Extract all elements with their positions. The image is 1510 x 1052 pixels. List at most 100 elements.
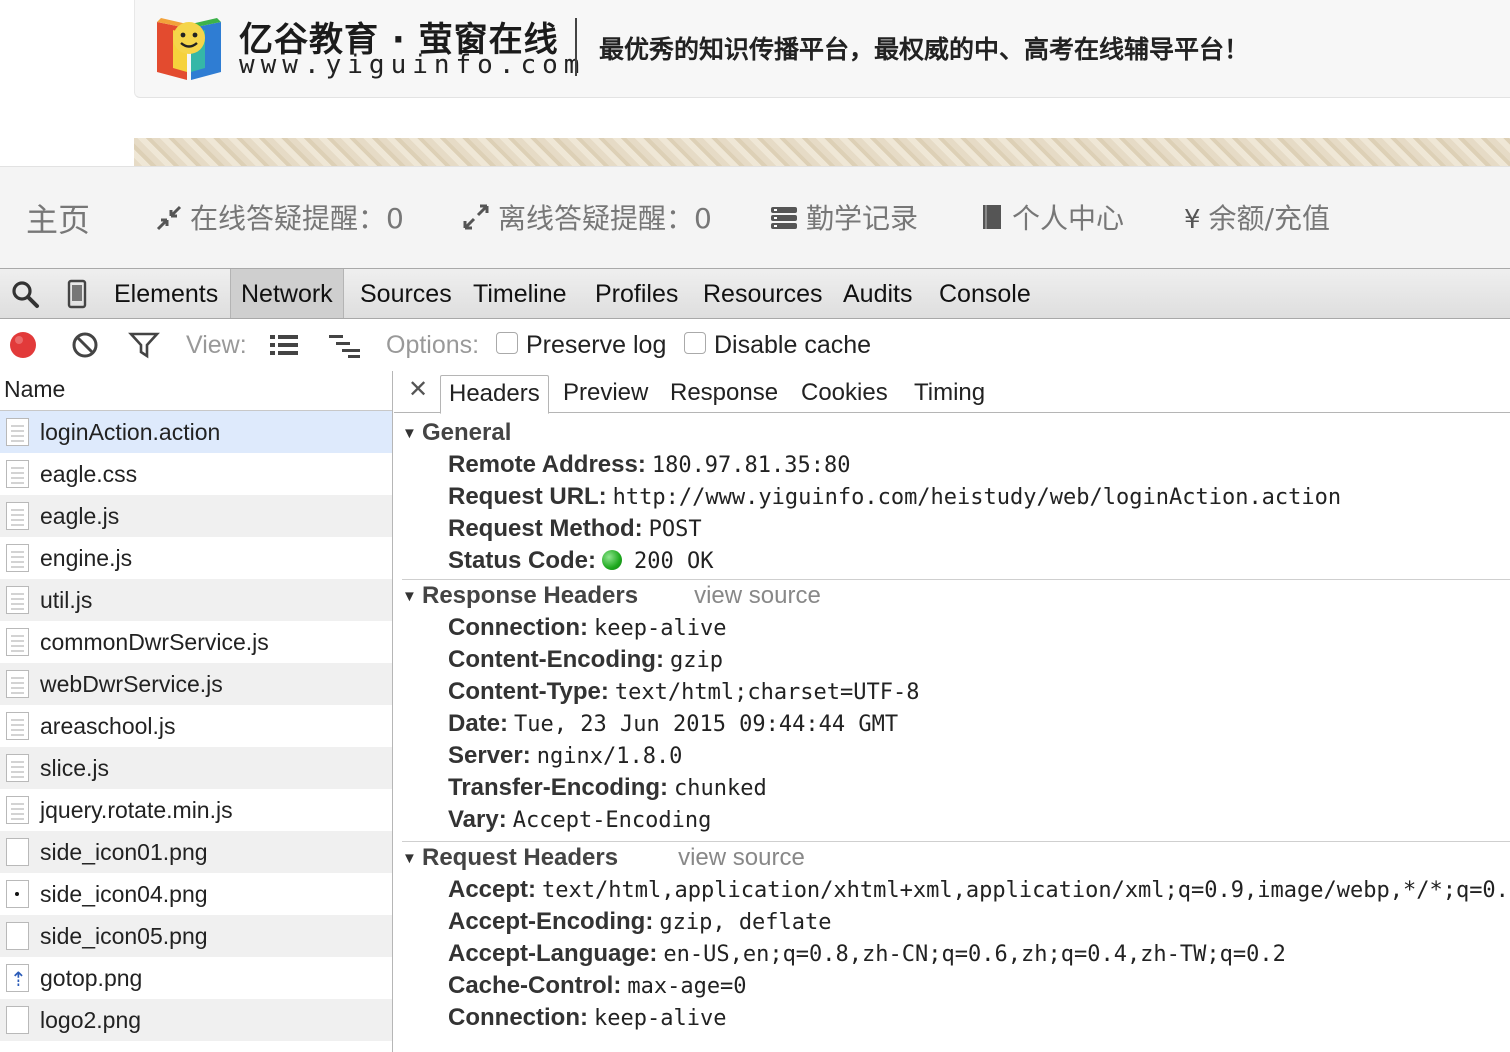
header-value: http://www.yiguinfo.com/heistudy/web/log… [612, 485, 1342, 510]
header-key: Request Method: [448, 515, 643, 542]
filter-icon[interactable] [128, 331, 160, 359]
name-column-header[interactable]: Name [0, 371, 392, 411]
list-item[interactable]: gotop.png [0, 957, 392, 1001]
header-row: Date: Tue, 23 Jun 2015 09:44:44 GMT [402, 708, 1510, 740]
tab-elements[interactable]: Elements [104, 269, 228, 318]
close-icon[interactable]: ✕ [408, 375, 428, 404]
network-toolbar: View: Options: Preserve log Disable cach… [0, 319, 1510, 371]
request-list: Name loginAction.action eagle.css eagle.js… [0, 371, 393, 1052]
tab-resources[interactable]: Resources [693, 269, 833, 318]
nav-personal-center[interactable]: 个人中心 [980, 197, 1124, 237]
list-item[interactable]: side_icon05.png [0, 915, 392, 957]
list-item[interactable]: engine.js [0, 537, 392, 579]
tab-headers[interactable]: Headers [440, 375, 549, 414]
request-name: gotop.png [40, 965, 143, 991]
nav-online-qa[interactable]: 在线答疑提醒：0 [156, 197, 404, 237]
header-key: Vary: [448, 806, 507, 833]
search-icon[interactable] [10, 279, 40, 309]
nav-balance[interactable]: ¥ 余额/充值 [1184, 197, 1330, 237]
general-section: ▼ General Remote Address: 180.97.81.35:80 R… [402, 417, 1510, 577]
document-file-icon [6, 712, 29, 740]
image-file-icon [6, 922, 29, 950]
triangle-down-icon: ▼ [402, 425, 417, 442]
view-label: View: [186, 331, 247, 359]
header-key: Accept-Language: [448, 940, 658, 967]
overview-icon[interactable] [328, 333, 362, 359]
tab-timing[interactable]: Timing [906, 375, 993, 413]
nav-personal-center-label: 个人中心 [1012, 202, 1125, 235]
list-item[interactable]: eagle.js [0, 495, 392, 537]
header-divider [575, 18, 577, 76]
nav-online-qa-label: 在线答疑提醒：0 [190, 202, 404, 235]
list-item[interactable]: slice.js [0, 747, 392, 789]
site-nav: 主页 在线答疑提醒：0 离线答疑提醒：0 勤学记录 个人中心 ¥ 余额/充值 [0, 166, 1510, 268]
request-view-source-link[interactable]: view source [678, 844, 805, 871]
tab-preview[interactable]: Preview [555, 375, 656, 413]
header-key: Connection: [448, 1004, 588, 1031]
header-value: 180.97.81.35:80 [651, 453, 851, 478]
large-rows-icon[interactable] [268, 333, 300, 357]
header-key: Date: [448, 710, 509, 737]
tab-cookies[interactable]: Cookies [793, 375, 896, 413]
image-file-icon [6, 880, 29, 908]
header-row: Content-Type: text/html;charset=UTF-8 [402, 676, 1510, 708]
response-header-rows: Connection: keep-alive Content-Encoding: gz… [402, 612, 1510, 836]
list-item[interactable]: logo2.png [0, 999, 392, 1041]
list-item[interactable]: util.js [0, 579, 392, 621]
clear-icon[interactable] [70, 330, 100, 360]
list-item[interactable]: eagle.css [0, 453, 392, 495]
request-name: commonDwrService.js [40, 629, 269, 655]
header-value: keep-alive [593, 616, 727, 641]
header-key: Transfer-Encoding: [448, 774, 669, 801]
request-rows: loginAction.action eagle.css eagle.js engin… [0, 411, 392, 1041]
list-item[interactable]: side_icon01.png [0, 831, 392, 873]
header-row: Content-Encoding: gzip [402, 644, 1510, 676]
response-view-source-link[interactable]: view source [694, 582, 821, 609]
nav-home[interactable]: 主页 [26, 195, 90, 241]
document-file-icon [6, 796, 29, 824]
devtools-tab-bar: Elements Network Sources Timeline Profil… [0, 269, 1510, 319]
document-file-icon [6, 670, 29, 698]
tab-console[interactable]: Console [929, 269, 1041, 318]
tab-network[interactable]: Network [230, 269, 344, 318]
document-file-icon [6, 460, 29, 488]
devtools-panel: Elements Network Sources Timeline Profil… [0, 268, 1510, 1052]
banner-strip [134, 138, 1510, 166]
preserve-log-label: Preserve log [526, 331, 667, 359]
list-item[interactable]: commonDwrService.js [0, 621, 392, 663]
tab-audits[interactable]: Audits [833, 269, 922, 318]
nav-study-log[interactable]: 勤学记录 [770, 197, 918, 237]
header-row: Connection: keep-alive [402, 1002, 1510, 1034]
general-section-toggle[interactable]: ▼ General [402, 417, 1510, 449]
tab-timeline[interactable]: Timeline [463, 269, 577, 318]
list-item[interactable]: loginAction.action [0, 411, 392, 453]
header-value: max-age=0 [627, 974, 747, 999]
disable-cache-checkbox[interactable] [684, 332, 706, 354]
request-headers-toggle[interactable]: ▼ Request Headers view source [402, 842, 1510, 874]
header-value: Tue, 23 Jun 2015 09:44:44 GMT [514, 712, 899, 737]
request-detail-panel: ✕ Headers Preview Response Cookies Timin… [394, 371, 1510, 1052]
header-value: text/html,application/xhtml+xml,applicat… [542, 878, 1509, 903]
site-slogan: 最优秀的知识传播平台，最权威的中、高考在线辅导平台！ [599, 35, 1250, 64]
list-item[interactable]: webDwrService.js [0, 663, 392, 705]
response-headers-toggle[interactable]: ▼ Response Headers view source [402, 580, 1510, 612]
header-row: Accept-Encoding: gzip, deflate [402, 906, 1510, 938]
tab-profiles[interactable]: Profiles [585, 269, 688, 318]
preserve-log-checkbox[interactable] [496, 332, 518, 354]
nav-offline-qa[interactable]: 离线答疑提醒：0 [462, 197, 712, 237]
image-file-icon [6, 959, 29, 1001]
request-name: side_icon05.png [40, 923, 208, 949]
tab-sources[interactable]: Sources [350, 269, 462, 318]
request-name: side_icon01.png [40, 839, 208, 865]
general-section-title: General [422, 419, 512, 446]
header-row: Connection: keep-alive [402, 612, 1510, 644]
request-name: loginAction.action [40, 419, 221, 445]
list-item[interactable]: side_icon04.png [0, 873, 392, 915]
list-item[interactable]: jquery.rotate.min.js [0, 789, 392, 831]
tab-response[interactable]: Response [662, 375, 786, 413]
list-item[interactable]: areaschool.js [0, 705, 392, 747]
record-icon[interactable] [8, 330, 38, 360]
device-mode-icon[interactable] [62, 279, 92, 309]
header-value: gzip [669, 648, 723, 673]
document-file-icon [6, 628, 29, 656]
